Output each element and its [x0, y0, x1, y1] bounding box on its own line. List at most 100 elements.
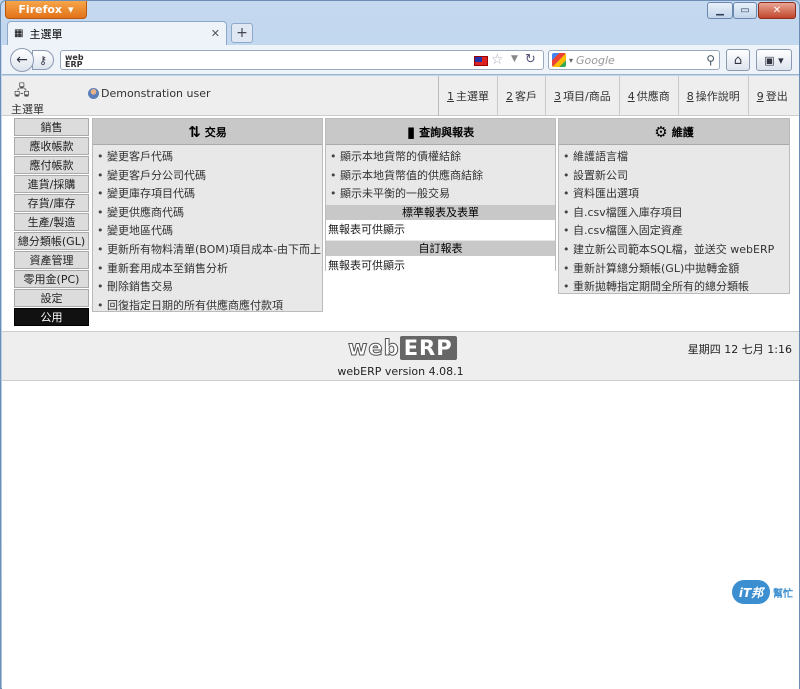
- back-arrow-icon: ←: [16, 52, 28, 68]
- module-utilities[interactable]: 公用: [14, 308, 89, 326]
- user-info[interactable]: Demonstration user: [88, 87, 211, 100]
- nav-label: 主選單: [456, 90, 489, 103]
- reload-icon[interactable]: ↻: [525, 52, 536, 67]
- flag-icon: [474, 56, 488, 66]
- maintenance-list: 維護語言檔 設置新公司 資料匯出選項 自.csv檔匯入庫存項目 自.csv檔匯入…: [559, 145, 789, 297]
- weberp-logo: web ERP: [348, 336, 457, 361]
- module-asset-manager[interactable]: 資產管理: [14, 251, 89, 269]
- close-icon: ✕: [772, 5, 782, 16]
- page-content: 🖧 主選單 Demonstration user 1 主選單 2 客戶 3 項目/商品…: [2, 76, 799, 689]
- google-icon: [552, 53, 566, 67]
- logo-web: web: [348, 336, 400, 361]
- menu-link[interactable]: 變更客戶代碼: [97, 148, 318, 167]
- nav-suppliers[interactable]: 4 供應商: [618, 76, 678, 116]
- close-button[interactable]: ✕: [758, 2, 796, 19]
- reports-list: 顯示本地貨幣的債權結餘 顯示本地貨幣值的供應商結餘 顯示未平衡的一般交易: [326, 145, 555, 204]
- menu-link[interactable]: 變更供應商代碼: [97, 204, 318, 223]
- module-petty-cash[interactable]: 零用金(PC): [14, 270, 89, 288]
- nav-hotkey: 9: [756, 89, 764, 103]
- nav-logout[interactable]: 9 登出: [747, 76, 796, 116]
- module-inventory[interactable]: 存貨/庫存: [14, 194, 89, 212]
- menu-link[interactable]: 重新計算總分類帳(GL)中拋轉金額: [563, 260, 785, 279]
- module-manufacturing[interactable]: 生產/製造: [14, 213, 89, 231]
- reports-header: ▮ 查詢與報表: [326, 119, 555, 145]
- transactions-panel: ⇅ 交易 變更客戶代碼 變更客戶分公司代碼 變更庫存項目代碼 變更供應商代碼 變…: [92, 118, 323, 312]
- menu-link[interactable]: 設置新公司: [563, 167, 785, 186]
- module-payables[interactable]: 應付帳款: [14, 156, 89, 174]
- menu-link[interactable]: 回復指定日期的所有供應商應付款項: [97, 297, 318, 316]
- bookmark-star-icon[interactable]: ☆: [491, 52, 504, 68]
- menu-link[interactable]: 自.csv檔匯入庫存項目: [563, 204, 785, 223]
- nav-hotkey: 4: [627, 89, 635, 103]
- menu-link[interactable]: 刪除銷售交易: [97, 278, 318, 297]
- menu-link[interactable]: 變更庫存項目代碼: [97, 185, 318, 204]
- menu-link[interactable]: 自.csv檔匯入固定資產: [563, 222, 785, 241]
- nav-label: 登出: [765, 90, 788, 103]
- browser-window: Firefox ▾ ▁ ▭ ✕ ▦ 主選單 ✕ + ⚷ ← web ERP ☆ ▼…: [0, 0, 800, 689]
- nav-hotkey: 1: [447, 89, 454, 103]
- date-time: 星期四 12 七月 1:16: [687, 343, 792, 356]
- key-icon: ⚷: [38, 53, 48, 67]
- menu-link[interactable]: 建立新公司範本SQL檔，並送交 webERP: [563, 241, 785, 260]
- forward-button[interactable]: ⚷: [32, 50, 54, 70]
- search-bar[interactable]: ▾ Google ⚲: [548, 50, 720, 70]
- transactions-title: 交易: [204, 125, 227, 139]
- nav-label: 項目/商品: [563, 90, 611, 103]
- home-button[interactable]: ⌂: [726, 49, 750, 71]
- bookmarks-button[interactable]: ▣ ▾: [756, 49, 792, 71]
- search-engine-dropdown-icon[interactable]: ▾: [569, 56, 573, 65]
- menu-link[interactable]: 維護語言檔: [563, 148, 785, 167]
- home-icon: ⌂: [733, 52, 743, 68]
- menu-link[interactable]: 重新拋轉指定期間全所有的總分類帳: [563, 278, 785, 297]
- version-text: webERP version 4.08.1: [337, 365, 464, 378]
- gear-icon: ⚙: [654, 122, 668, 141]
- maximize-button[interactable]: ▭: [733, 2, 757, 19]
- back-button[interactable]: ←: [10, 48, 34, 72]
- menu-link[interactable]: 變更地區代碼: [97, 222, 318, 241]
- nav-help[interactable]: 8 操作說明: [677, 76, 748, 116]
- menu-link[interactable]: 顯示本地貨幣的債權結餘: [330, 148, 551, 167]
- nav-main-menu[interactable]: 1 主選單: [438, 76, 497, 116]
- module-purchasing[interactable]: 進貨/採購: [14, 175, 89, 193]
- nav-items[interactable]: 3 項目/商品: [545, 76, 619, 116]
- transactions-header: ⇅ 交易: [93, 119, 322, 145]
- watermark-text: 幫忙: [773, 588, 793, 600]
- tab-bar: ▦ 主選單 ✕ +: [1, 21, 800, 45]
- page-title: 主選單: [11, 103, 44, 116]
- menu-link[interactable]: 重新套用成本至銷售分析: [97, 260, 318, 279]
- menu-link[interactable]: 更新所有物料清單(BOM)項目成本-由下而上: [97, 241, 321, 260]
- nav-hotkey: 2: [506, 89, 513, 103]
- user-name: Demonstration user: [101, 87, 211, 100]
- nav-label: 操作說明: [695, 90, 740, 103]
- minimize-button[interactable]: ▁: [707, 2, 733, 19]
- menu-link[interactable]: 顯示本地貨幣值的供應商結餘: [330, 167, 551, 186]
- module-setup[interactable]: 設定: [14, 289, 89, 307]
- history-dropdown-icon[interactable]: ▼: [511, 54, 518, 64]
- module-general-ledger[interactable]: 總分類帳(GL): [14, 232, 89, 250]
- nav-customers[interactable]: 2 客戶: [497, 76, 545, 116]
- browser-tab[interactable]: ▦ 主選單 ✕: [7, 21, 227, 45]
- site-identity-icon: web ERP: [65, 53, 84, 69]
- navigation-toolbar: ⚷ ← web ERP ☆ ▼ ↻ ▾ Google ⚲ ⌂ ▣ ▾: [2, 45, 799, 75]
- watermark-logo: iT邦 幫忙: [732, 579, 794, 605]
- menu-link[interactable]: 顯示未平衡的一般交易: [330, 185, 551, 204]
- url-bar[interactable]: web ERP ☆ ▼ ↻: [60, 50, 544, 70]
- custom-reports-header: 自訂報表: [326, 240, 555, 256]
- logo-erp: ERP: [399, 336, 457, 360]
- app-footer: web ERP webERP version 4.08.1 星期四 12 七月 …: [2, 331, 799, 381]
- menu-link[interactable]: 資料匯出選項: [563, 185, 785, 204]
- search-icon[interactable]: ⚲: [706, 53, 715, 67]
- chevron-down-icon: ▾: [68, 3, 74, 16]
- tab-close-icon[interactable]: ✕: [211, 27, 220, 40]
- new-tab-button[interactable]: +: [231, 23, 253, 43]
- standard-reports-header: 標準報表及表單: [326, 204, 555, 220]
- module-sales[interactable]: 銷售: [14, 118, 89, 136]
- page-favicon-icon: ▦: [14, 28, 24, 39]
- reports-panel: ▮ 查詢與報表 顯示本地貨幣的債權結餘 顯示本地貨幣值的供應商結餘 顯示未平衡的…: [325, 118, 556, 276]
- transactions-list: 變更客戶代碼 變更客戶分公司代碼 變更庫存項目代碼 變更供應商代碼 變更地區代碼…: [93, 145, 322, 315]
- sort-arrows-icon: ⇅: [188, 122, 201, 141]
- module-receivables[interactable]: 應收帳款: [14, 137, 89, 155]
- plus-icon: +: [236, 25, 248, 41]
- menu-link[interactable]: 變更客戶分公司代碼: [97, 167, 318, 186]
- firefox-menu-button[interactable]: Firefox ▾: [5, 1, 87, 19]
